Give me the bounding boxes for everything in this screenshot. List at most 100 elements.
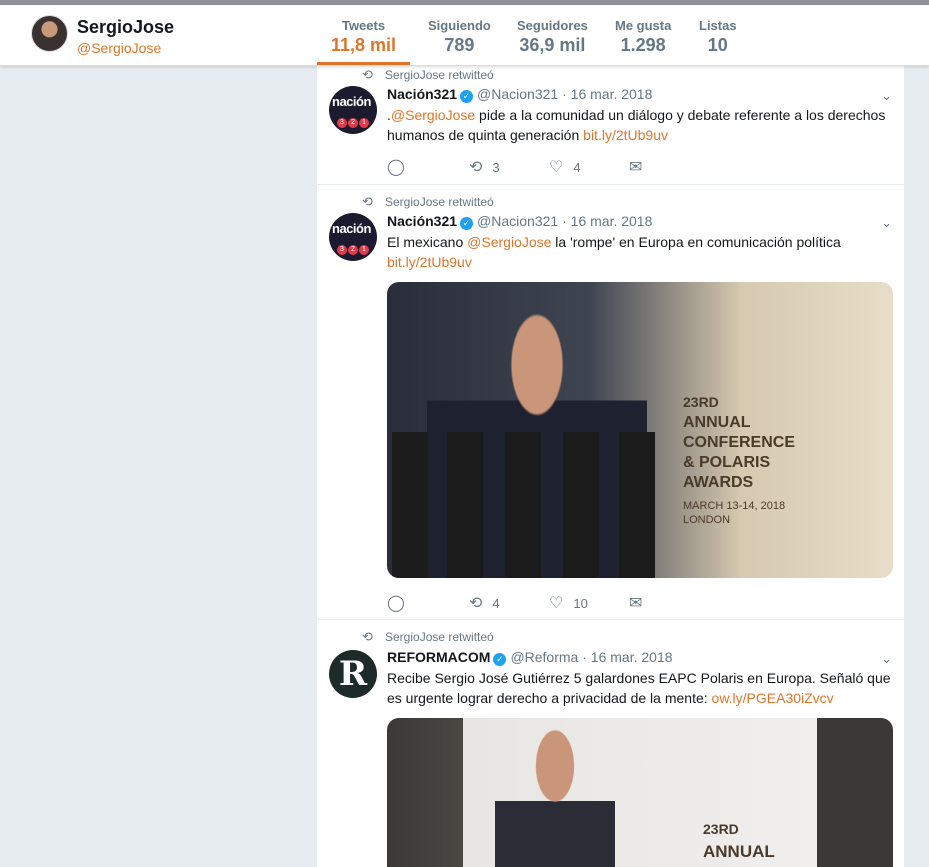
tweet[interactable]: ⟲ SergioJose retwitteó nación 321 Nación3… (317, 66, 904, 185)
poster-number: 23RD (683, 394, 719, 410)
separator: · (558, 86, 571, 102)
tweet-author-handle[interactable]: @Reforma (510, 649, 578, 665)
like-button[interactable]: ♡ 4 (549, 157, 581, 177)
tweet-author-name[interactable]: Nación321 (387, 213, 457, 229)
separator: · (578, 649, 591, 665)
chevron-down-icon[interactable]: ⌄ (881, 215, 892, 231)
like-count: 4 (573, 159, 581, 175)
profile-name[interactable]: SergioJose (77, 17, 174, 38)
tweet-photo[interactable]: 23RD ANNUAL (387, 718, 893, 867)
poster-line: AWARDS (683, 474, 754, 491)
timeline: ⟲ SergioJose retwitteó nación 321 Nación3… (317, 66, 904, 867)
tweet-text: Recibe Sergio José Gutiérrez 5 galardone… (387, 668, 892, 708)
poster-line: & POLARIS (683, 454, 771, 471)
poster-line: CONFERENCE (683, 434, 796, 451)
stat-followers[interactable]: Seguidores 36,9 mil (517, 18, 588, 56)
avatar[interactable]: nación 321 (329, 213, 377, 261)
retweet-button[interactable]: ⟲ 3 (469, 157, 500, 177)
tweet-text-body: la 'rompe' en Europa en comunicación pol… (551, 234, 841, 250)
stat-label: Seguidores (517, 18, 588, 33)
tweet-header: Nación321 ✓ @Nacion321 · 16 mar. 2018 (387, 86, 652, 103)
retweet-icon: ⟲ (362, 194, 373, 209)
retweet-icon: ⟲ (362, 629, 373, 644)
tweet[interactable]: ⟲ SergioJose retwitteó nación 321 Nación3… (317, 185, 904, 620)
tweet[interactable]: ⟲ SergioJose retwitteó R REFORMACOM ✓ @Refo… (317, 620, 904, 867)
tweet-author-name[interactable]: Nación321 (387, 86, 457, 102)
reply-icon: ◯ (387, 595, 405, 612)
retweet-icon: ⟲ (362, 67, 373, 82)
mention-link[interactable]: @SergioJose (391, 107, 475, 123)
tweet-header: Nación321 ✓ @Nacion321 · 16 mar. 2018 (387, 213, 652, 230)
avatar[interactable]: nación 321 (329, 86, 377, 134)
profile-avatar[interactable] (31, 15, 68, 52)
tweet-actions: ◯ ⟲ 3 ♡ 4 ✉ (387, 157, 892, 177)
retweet-context: ⟲ SergioJose retwitteó (362, 194, 494, 210)
tweet-text: .@SergioJose pide a la comunidad un diál… (387, 105, 892, 145)
retweet-count: 4 (492, 595, 500, 611)
retweet-context: ⟲ SergioJose retwitteó (362, 67, 494, 83)
avatar-digit: 3 (337, 245, 347, 255)
tweet-author-handle[interactable]: @Nacion321 (477, 86, 558, 102)
tweet-date[interactable]: 16 mar. 2018 (571, 213, 653, 229)
chevron-down-icon[interactable]: ⌄ (881, 88, 892, 104)
retweet-count: 3 (492, 159, 500, 175)
tweet-date[interactable]: 16 mar. 2018 (571, 86, 653, 102)
tweet-text-prefix: El mexicano (387, 234, 468, 250)
tweet-text: El mexicano @SergioJose la 'rompe' en Eu… (387, 232, 892, 272)
message-button[interactable]: ✉ (629, 593, 652, 613)
mention-link[interactable]: @SergioJose (467, 234, 551, 250)
retweet-icon: ⟲ (469, 595, 483, 612)
reply-button[interactable]: ◯ (387, 593, 415, 613)
verified-icon: ✓ (460, 90, 474, 103)
retweet-icon: ⟲ (469, 159, 483, 176)
reply-button[interactable]: ◯ (387, 157, 415, 177)
avatar-logo-text: R (338, 654, 368, 694)
reply-icon: ◯ (387, 159, 405, 176)
avatar-logo-text: nación (332, 94, 371, 109)
profile-handle[interactable]: @SergioJose (77, 40, 161, 56)
heart-icon: ♡ (549, 159, 564, 176)
stat-value: 11,8 mil (331, 35, 397, 55)
tweet-author-handle[interactable]: @Nacion321 (477, 213, 558, 229)
url-link[interactable]: bit.ly/2tUb9uv (583, 127, 668, 143)
avatar[interactable]: R (329, 650, 377, 698)
stat-following[interactable]: Siguiendo 789 (428, 18, 491, 56)
stat-tweets[interactable]: Tweets 11,8 mil (316, 18, 411, 65)
url-link[interactable]: bit.ly/2tUb9uv (387, 254, 472, 270)
tweet-date[interactable]: 16 mar. 2018 (591, 649, 673, 665)
poster-line: ANNUAL (703, 842, 775, 861)
retweet-context: ⟲ SergioJose retwitteó (362, 629, 494, 645)
separator: · (558, 213, 571, 229)
envelope-icon: ✉ (629, 159, 643, 176)
stat-value: 36,9 mil (519, 35, 586, 55)
avatar-logo-digits: 321 (337, 111, 370, 129)
profile-nav-bar: SergioJose @SergioJose Tweets 11,8 mil S… (0, 5, 929, 66)
avatar-logo-text: nación (332, 221, 371, 236)
retweet-button[interactable]: ⟲ 4 (469, 593, 500, 613)
url-link[interactable]: ow.ly/PGEA30iZvcv (712, 690, 834, 706)
stat-value: 10 (707, 35, 728, 55)
verified-icon: ✓ (493, 653, 507, 666)
stat-label: Tweets (341, 18, 386, 33)
verified-icon: ✓ (460, 217, 474, 230)
chevron-down-icon[interactable]: ⌄ (881, 651, 892, 667)
avatar-digit: 2 (348, 245, 358, 255)
tweet-author-name[interactable]: REFORMACOM (387, 649, 490, 665)
retweet-context-label: SergioJose retwitteó (385, 195, 494, 209)
stat-label: Siguiendo (428, 18, 491, 33)
stat-likes[interactable]: Me gusta 1.298 (615, 18, 671, 56)
poster-line: ANNUAL (683, 414, 751, 431)
like-count: 10 (573, 595, 588, 611)
stat-label: Me gusta (615, 18, 672, 33)
poster-number: 23RD (703, 821, 739, 837)
poster-city: LONDON (683, 514, 731, 526)
tweet-photo[interactable]: 23RD ANNUAL CONFERENCE & POLARIS AWARDS … (387, 282, 893, 578)
like-button[interactable]: ♡ 10 (549, 593, 588, 613)
poster-date: MARCH 13-14, 2018 (683, 500, 786, 512)
avatar-digit: 1 (359, 118, 369, 128)
envelope-icon: ✉ (629, 595, 643, 612)
message-button[interactable]: ✉ (629, 157, 652, 177)
avatar-digit: 3 (337, 118, 347, 128)
trophies (387, 422, 657, 578)
stat-lists[interactable]: Listas 10 (699, 18, 737, 56)
